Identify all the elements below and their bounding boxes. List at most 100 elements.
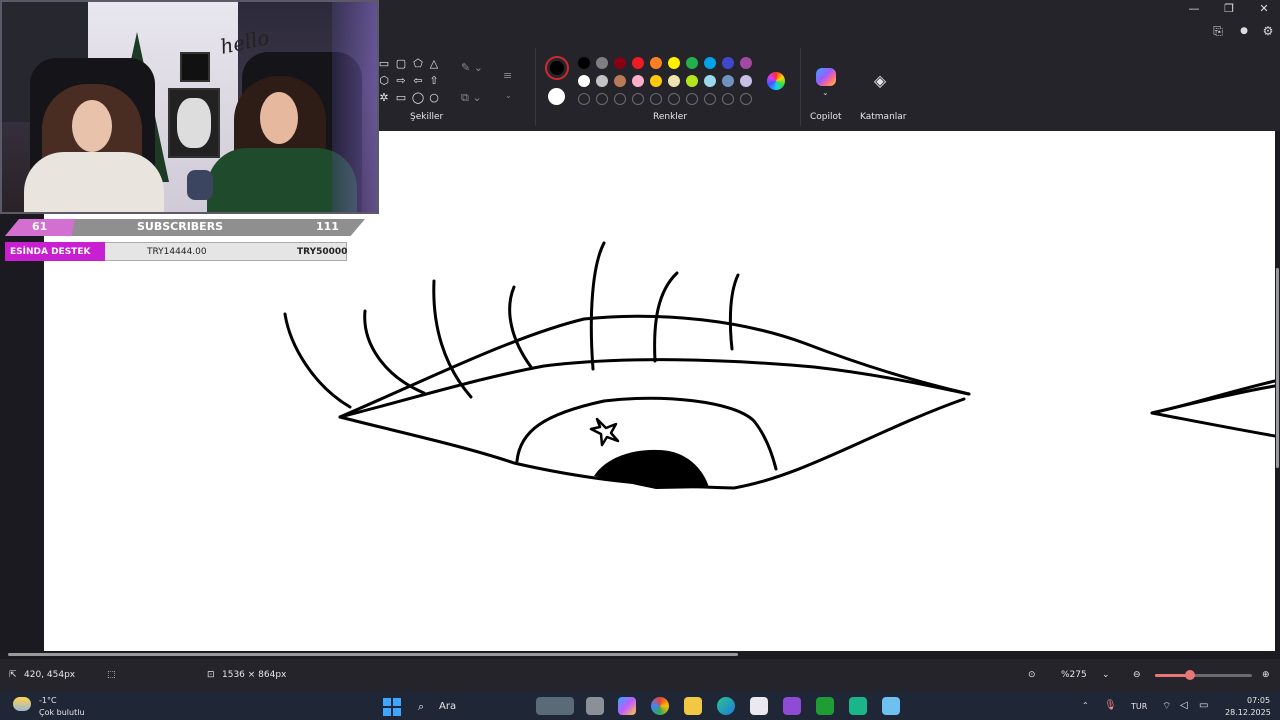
color-swatch[interactable] (578, 75, 590, 87)
vertical-scroll-thumb[interactable] (1276, 268, 1279, 468)
shape-star-icon[interactable]: ✲ (377, 91, 391, 105)
color-swatch[interactable] (740, 75, 752, 87)
shape-callout-cloud-icon[interactable]: ○ (427, 91, 441, 105)
color-swatch[interactable] (578, 57, 590, 69)
search-box[interactable]: Ara (439, 701, 456, 712)
minimize-icon[interactable]: — (1177, 0, 1211, 18)
shape-rect-icon[interactable]: ▭ (377, 57, 391, 71)
zoom-in-icon[interactable]: ⊕ (1262, 670, 1270, 680)
store-icon[interactable] (750, 697, 768, 715)
clock-time[interactable]: 07:05 (1247, 696, 1270, 705)
lash (589, 241, 606, 371)
brush-size-chevron-icon[interactable]: ⌄ (505, 91, 512, 100)
custom-color-slot[interactable] (722, 93, 734, 105)
color-swatch[interactable] (650, 57, 662, 69)
clock-date[interactable]: 28.12.2025 (1225, 708, 1271, 717)
sub-label: SUBSCRIBERS (137, 220, 224, 233)
shape-callout-oval-icon[interactable]: ◯ (411, 91, 425, 105)
color-swatch[interactable] (596, 75, 608, 87)
weather-icon[interactable] (13, 697, 31, 711)
paint-app-icon[interactable] (882, 697, 900, 715)
xbox-icon[interactable] (816, 697, 834, 715)
color-swatch[interactable] (596, 57, 608, 69)
color-swatch[interactable] (740, 57, 752, 69)
volume-icon[interactable]: ◁ (1180, 700, 1188, 711)
shape-callout-rect-icon[interactable]: ▭ (394, 91, 408, 105)
weather-temp[interactable]: -1°C (39, 696, 57, 705)
chevron-up-icon[interactable]: ⌃ (1082, 701, 1089, 710)
copilot-label[interactable]: Copilot (810, 112, 842, 122)
copilot-icon[interactable] (816, 68, 836, 86)
color-swatch[interactable] (650, 75, 662, 87)
shape-arrow-up-icon[interactable]: ⇧ (427, 74, 441, 88)
custom-color-slot[interactable] (740, 93, 752, 105)
shape-polygon-icon[interactable]: ⬠ (411, 57, 425, 71)
cat-image (177, 98, 211, 148)
copilot-chevron-icon[interactable]: ⌄ (822, 88, 829, 97)
mic-icon[interactable]: 🎙 (1104, 700, 1117, 711)
primary-color-swatch[interactable] (545, 56, 569, 80)
wifi-icon[interactable]: ⌔ (1162, 700, 1171, 713)
shape-arrow-left-icon[interactable]: ⇦ (411, 74, 425, 88)
color-swatch[interactable] (704, 57, 716, 69)
language-indicator[interactable]: TUR (1131, 702, 1147, 711)
outline-icon[interactable]: ✎ ⌄ (461, 61, 483, 74)
search-icon[interactable]: ⌕ (418, 700, 424, 714)
account-icon[interactable]: ● (1235, 22, 1253, 40)
custom-color-slot[interactable] (650, 93, 662, 105)
color-swatch[interactable] (722, 75, 734, 87)
custom-color-slot[interactable] (632, 93, 644, 105)
zoom-chevron-icon[interactable]: ⌄ (1102, 670, 1110, 680)
custom-color-slot[interactable] (704, 93, 716, 105)
file-explorer-icon[interactable] (684, 697, 702, 715)
app-icon[interactable] (783, 697, 801, 715)
color-swatch[interactable] (686, 57, 698, 69)
custom-color-slot[interactable] (686, 93, 698, 105)
battery-icon[interactable]: ▭ (1199, 700, 1208, 711)
edit-colors-icon[interactable] (767, 72, 785, 90)
streamer-face (260, 92, 298, 144)
zoom-select[interactable]: %275 (1061, 670, 1087, 680)
pointer-icon: ⇱ (9, 670, 17, 680)
windows-icon[interactable] (383, 698, 401, 716)
color-swatch[interactable] (632, 75, 644, 87)
color-swatch[interactable] (614, 75, 626, 87)
color-swatch[interactable] (632, 57, 644, 69)
app-icon[interactable] (849, 697, 867, 715)
color-swatch[interactable] (668, 75, 680, 87)
lash (728, 273, 740, 351)
fit-icon[interactable]: ⊙ (1028, 670, 1036, 680)
task-view-icon[interactable] (586, 697, 604, 715)
color-swatch[interactable] (704, 75, 716, 87)
weather-desc[interactable]: Çok bulutlu (39, 708, 85, 717)
layers-icon[interactable]: ◈ (871, 72, 889, 90)
layers-label[interactable]: Katmanlar (860, 112, 907, 122)
canvas-size: 1536 × 864px (222, 670, 287, 680)
color-swatch[interactable] (668, 57, 680, 69)
restore-icon[interactable]: ❐ (1212, 0, 1246, 18)
search-highlight-icon[interactable] (536, 697, 574, 715)
shape-triangle-icon[interactable]: △ (427, 57, 441, 71)
share-icon[interactable]: ⎘ (1209, 22, 1227, 40)
custom-color-slot[interactable] (668, 93, 680, 105)
color-swatch[interactable] (686, 75, 698, 87)
custom-color-slot[interactable] (614, 93, 626, 105)
edge-icon[interactable] (717, 697, 735, 715)
brush-size-icon[interactable]: ≡ (503, 69, 512, 82)
settings-icon[interactable]: ⚙ (1259, 22, 1277, 40)
fill-icon[interactable]: ⧉ ⌄ (461, 91, 482, 105)
copilot-app-icon[interactable] (618, 697, 636, 715)
custom-color-slot[interactable] (578, 93, 590, 105)
custom-color-slot[interactable] (596, 93, 608, 105)
zoom-slider-handle[interactable] (1185, 670, 1195, 680)
horizontal-scroll-thumb[interactable] (8, 653, 738, 656)
close-icon[interactable]: ✕ (1247, 0, 1280, 18)
secondary-color-swatch[interactable] (548, 88, 565, 105)
shape-rounded-rect-icon[interactable]: ▢ (394, 57, 408, 71)
zoom-out-icon[interactable]: ⊖ (1133, 670, 1141, 680)
color-swatch[interactable] (614, 57, 626, 69)
shape-arrow-right-icon[interactable]: ⇨ (394, 74, 408, 88)
color-swatch[interactable] (722, 57, 734, 69)
chrome-icon[interactable] (651, 697, 669, 715)
shape-hexagon-icon[interactable]: ⬡ (377, 74, 391, 88)
